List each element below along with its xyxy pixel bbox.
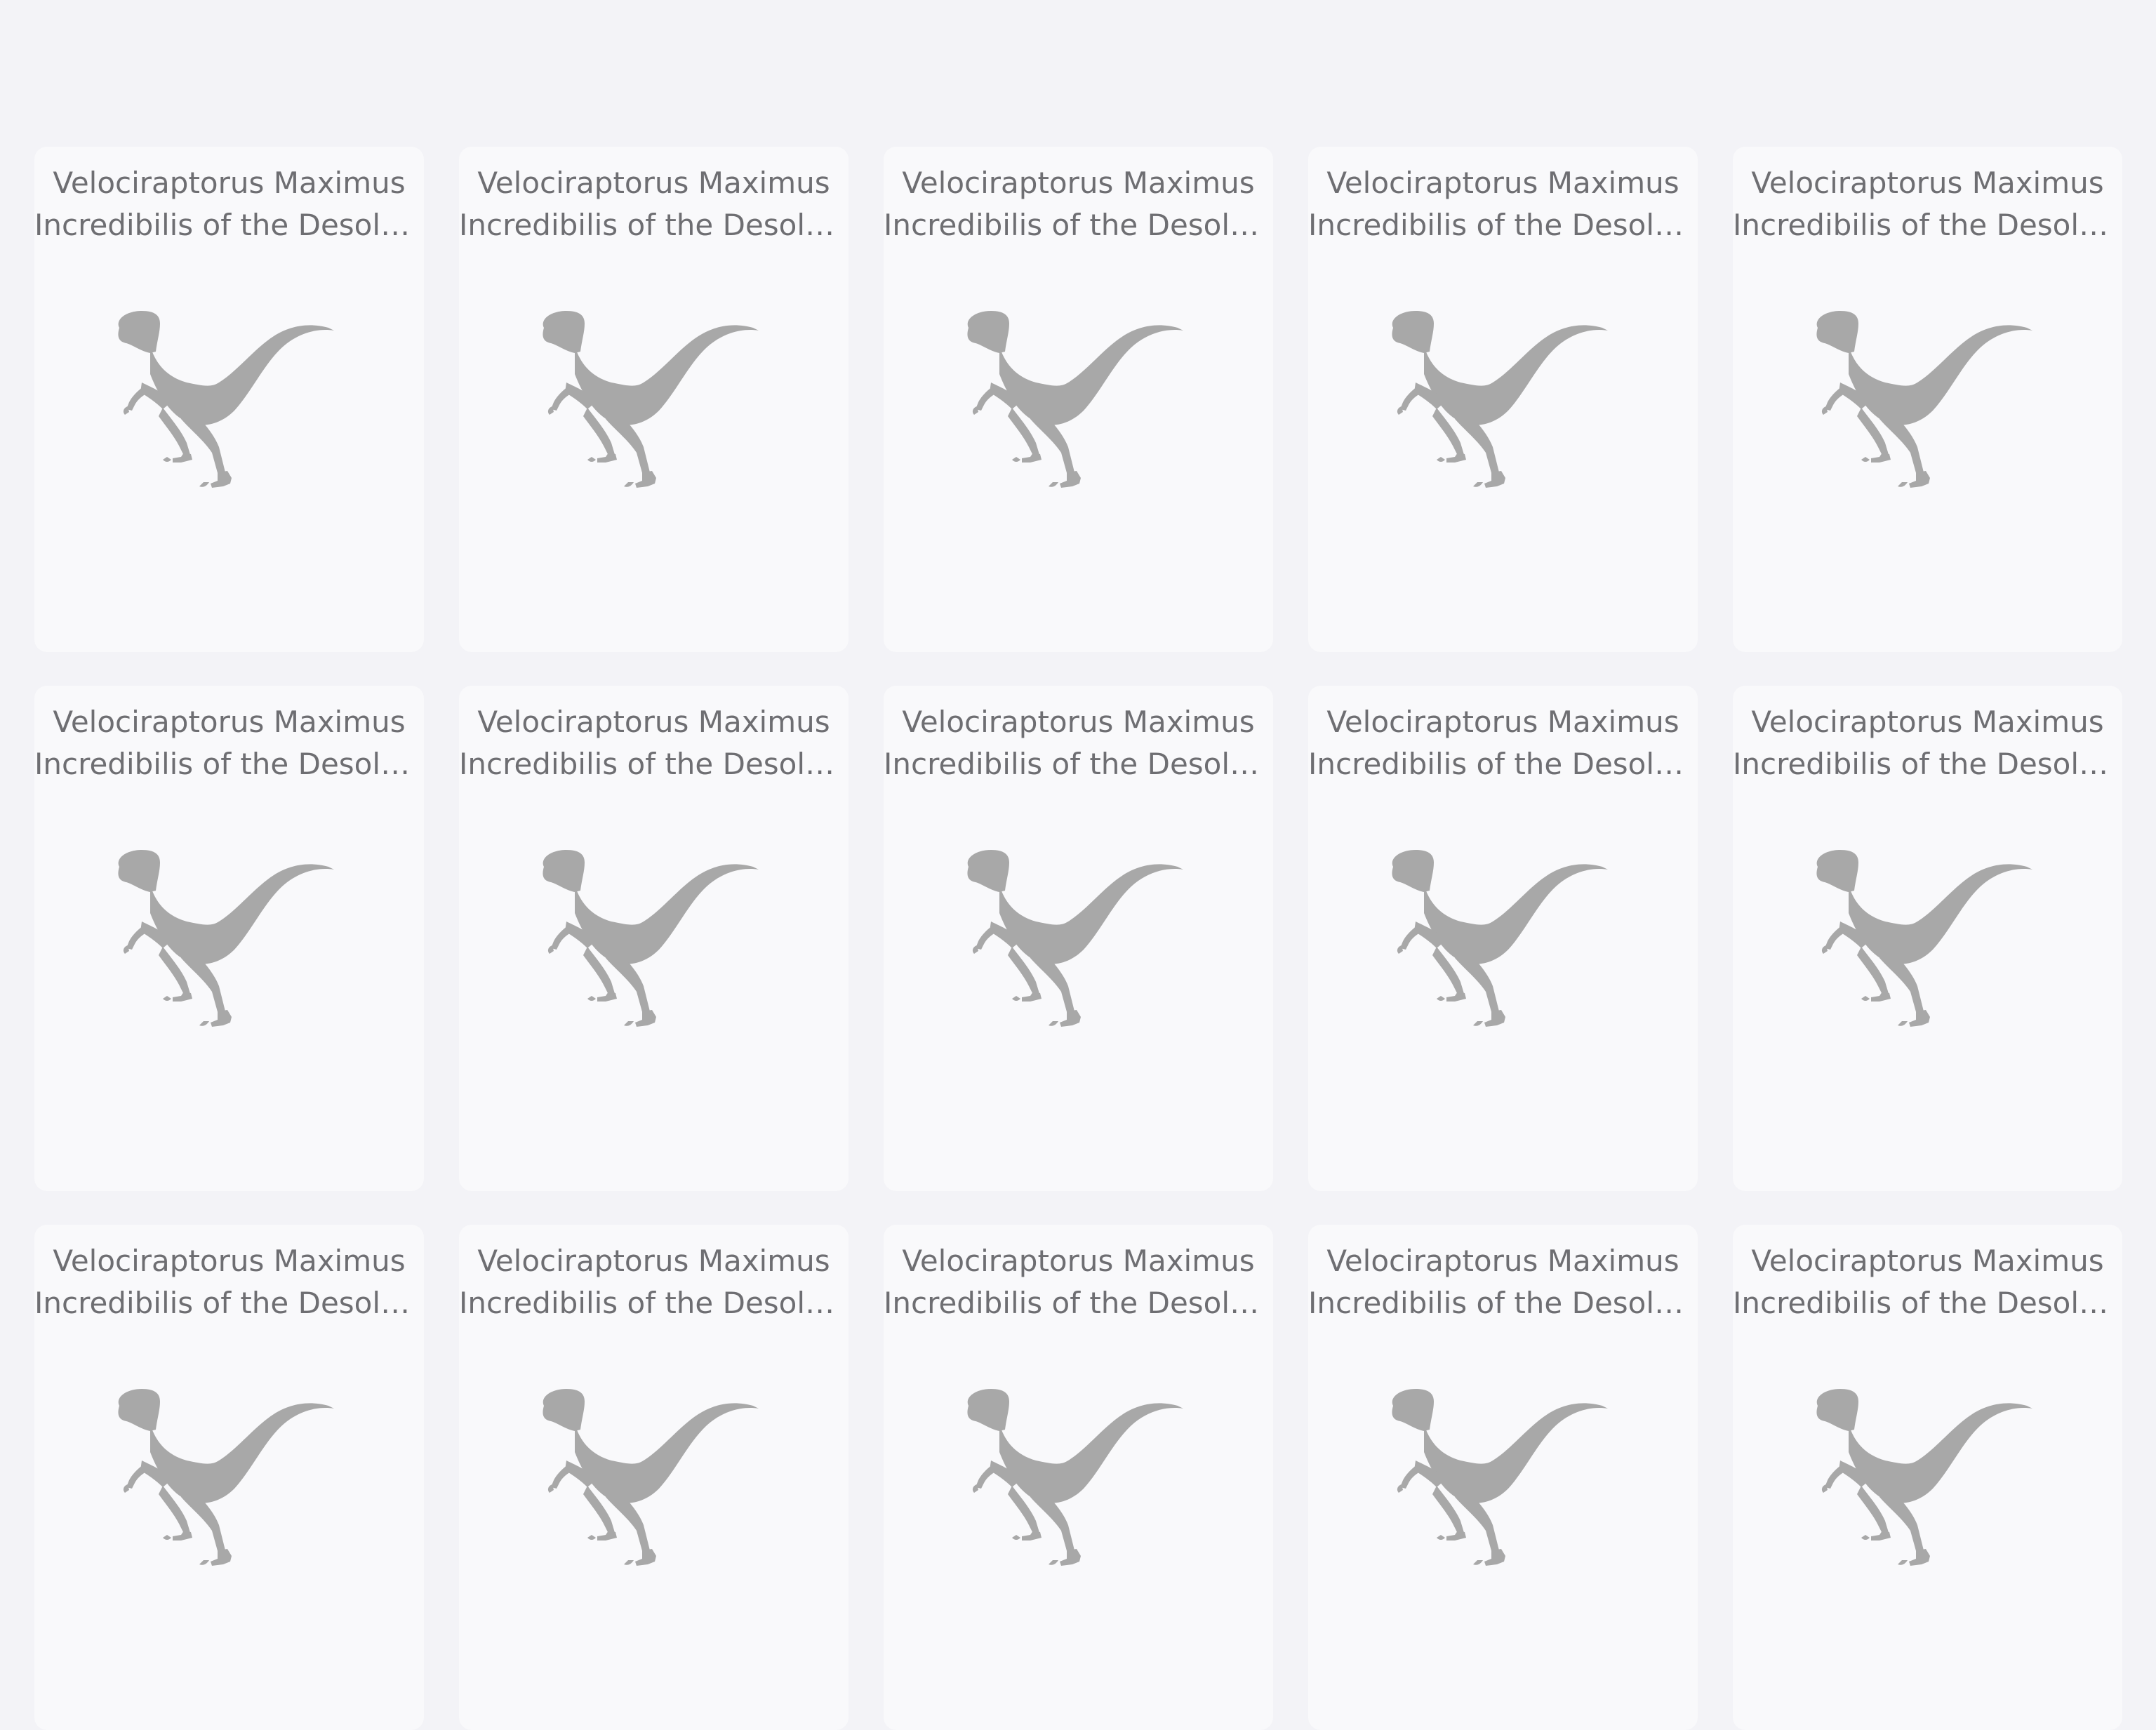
velociraptor-silhouette-icon xyxy=(538,849,777,1031)
card-title: Velociraptorus Maximus Incredibilis of t… xyxy=(34,162,424,246)
card-title: Velociraptorus Maximus Incredibilis of t… xyxy=(1733,162,2122,246)
card-title-line-2: Incredibilis of the Desolat... xyxy=(1308,208,1698,242)
card-title-line-1: Velociraptorus Maximus xyxy=(1326,705,1679,739)
card-title-line-2: Incredibilis of the Desolat... xyxy=(1733,1286,2122,1320)
dinosaur-card[interactable]: Velociraptorus Maximus Incredibilis of t… xyxy=(1733,1225,2122,1730)
dinosaur-card[interactable]: Velociraptorus Maximus Incredibilis of t… xyxy=(459,686,849,1191)
velociraptor-silhouette-icon xyxy=(1388,1388,1626,1570)
card-title: Velociraptorus Maximus Incredibilis of t… xyxy=(1733,701,2122,785)
dinosaur-card-grid: Velociraptorus Maximus Incredibilis of t… xyxy=(34,147,2122,1730)
velociraptor-silhouette-icon xyxy=(963,310,1202,492)
velociraptor-silhouette-icon xyxy=(1812,310,2051,492)
card-title-line-2: Incredibilis of the Desolat... xyxy=(884,747,1273,781)
card-title-line-2: Incredibilis of the Desolat... xyxy=(1733,747,2122,781)
velociraptor-silhouette-icon xyxy=(1812,849,2051,1031)
card-title-line-1: Velociraptorus Maximus xyxy=(53,705,406,739)
card-title-line-2: Incredibilis of the Desolat... xyxy=(34,208,424,242)
velociraptor-silhouette-icon xyxy=(1388,849,1626,1031)
dinosaur-card[interactable]: Velociraptorus Maximus Incredibilis of t… xyxy=(884,1225,1273,1730)
velociraptor-silhouette-icon xyxy=(114,310,352,492)
card-title-line-1: Velociraptorus Maximus xyxy=(53,166,406,200)
velociraptor-silhouette-icon xyxy=(538,1388,777,1570)
velociraptor-silhouette-icon xyxy=(963,849,1202,1031)
card-title: Velociraptorus Maximus Incredibilis of t… xyxy=(459,701,849,785)
card-title-line-2: Incredibilis of the Desolat... xyxy=(459,1286,849,1320)
card-title-line-2: Incredibilis of the Desolat... xyxy=(884,1286,1273,1320)
dinosaur-card[interactable]: Velociraptorus Maximus Incredibilis of t… xyxy=(1308,1225,1698,1730)
dinosaur-card[interactable]: Velociraptorus Maximus Incredibilis of t… xyxy=(459,147,849,652)
card-title-line-1: Velociraptorus Maximus xyxy=(1751,166,2104,200)
card-title-line-1: Velociraptorus Maximus xyxy=(1326,166,1679,200)
dinosaur-card[interactable]: Velociraptorus Maximus Incredibilis of t… xyxy=(459,1225,849,1730)
velociraptor-silhouette-icon xyxy=(114,1388,352,1570)
card-title-line-2: Incredibilis of the Desolat... xyxy=(459,208,849,242)
card-title-line-2: Incredibilis of the Desolat... xyxy=(1308,1286,1698,1320)
card-title-line-2: Incredibilis of the Desolat... xyxy=(1733,208,2122,242)
dinosaur-card[interactable]: Velociraptorus Maximus Incredibilis of t… xyxy=(1308,686,1698,1191)
card-title-line-2: Incredibilis of the Desolat... xyxy=(459,747,849,781)
velociraptor-silhouette-icon xyxy=(963,1388,1202,1570)
card-title-line-1: Velociraptorus Maximus xyxy=(477,166,830,200)
card-title-line-1: Velociraptorus Maximus xyxy=(1326,1244,1679,1278)
card-title: Velociraptorus Maximus Incredibilis of t… xyxy=(884,162,1273,246)
card-title-line-1: Velociraptorus Maximus xyxy=(477,705,830,739)
card-title-line-1: Velociraptorus Maximus xyxy=(53,1244,406,1278)
card-title: Velociraptorus Maximus Incredibilis of t… xyxy=(1308,162,1698,246)
dinosaur-card[interactable]: Velociraptorus Maximus Incredibilis of t… xyxy=(1733,147,2122,652)
card-title-line-2: Incredibilis of the Desolat... xyxy=(34,1286,424,1320)
card-title-line-1: Velociraptorus Maximus xyxy=(477,1244,830,1278)
card-title-line-1: Velociraptorus Maximus xyxy=(902,705,1255,739)
card-title-line-1: Velociraptorus Maximus xyxy=(1751,1244,2104,1278)
card-title: Velociraptorus Maximus Incredibilis of t… xyxy=(459,162,849,246)
dinosaur-card[interactable]: Velociraptorus Maximus Incredibilis of t… xyxy=(884,147,1273,652)
card-title: Velociraptorus Maximus Incredibilis of t… xyxy=(1308,701,1698,785)
dinosaur-card[interactable]: Velociraptorus Maximus Incredibilis of t… xyxy=(1308,147,1698,652)
card-title-line-1: Velociraptorus Maximus xyxy=(902,1244,1255,1278)
card-title: Velociraptorus Maximus Incredibilis of t… xyxy=(1308,1240,1698,1324)
dinosaur-card[interactable]: Velociraptorus Maximus Incredibilis of t… xyxy=(34,686,424,1191)
card-title-line-1: Velociraptorus Maximus xyxy=(902,166,1255,200)
velociraptor-silhouette-icon xyxy=(1812,1388,2051,1570)
card-title-line-2: Incredibilis of the Desolat... xyxy=(34,747,424,781)
card-title: Velociraptorus Maximus Incredibilis of t… xyxy=(459,1240,849,1324)
card-title: Velociraptorus Maximus Incredibilis of t… xyxy=(1733,1240,2122,1324)
card-title-line-2: Incredibilis of the Desolat... xyxy=(884,208,1273,242)
velociraptor-silhouette-icon xyxy=(114,849,352,1031)
dinosaur-card[interactable]: Velociraptorus Maximus Incredibilis of t… xyxy=(34,1225,424,1730)
card-title: Velociraptorus Maximus Incredibilis of t… xyxy=(884,701,1273,785)
card-title-line-2: Incredibilis of the Desolat... xyxy=(1308,747,1698,781)
card-title: Velociraptorus Maximus Incredibilis of t… xyxy=(884,1240,1273,1324)
card-title: Velociraptorus Maximus Incredibilis of t… xyxy=(34,1240,424,1324)
velociraptor-silhouette-icon xyxy=(1388,310,1626,492)
dinosaur-card[interactable]: Velociraptorus Maximus Incredibilis of t… xyxy=(34,147,424,652)
dinosaur-card[interactable]: Velociraptorus Maximus Incredibilis of t… xyxy=(1733,686,2122,1191)
velociraptor-silhouette-icon xyxy=(538,310,777,492)
dinosaur-card[interactable]: Velociraptorus Maximus Incredibilis of t… xyxy=(884,686,1273,1191)
card-title: Velociraptorus Maximus Incredibilis of t… xyxy=(34,701,424,785)
card-title-line-1: Velociraptorus Maximus xyxy=(1751,705,2104,739)
